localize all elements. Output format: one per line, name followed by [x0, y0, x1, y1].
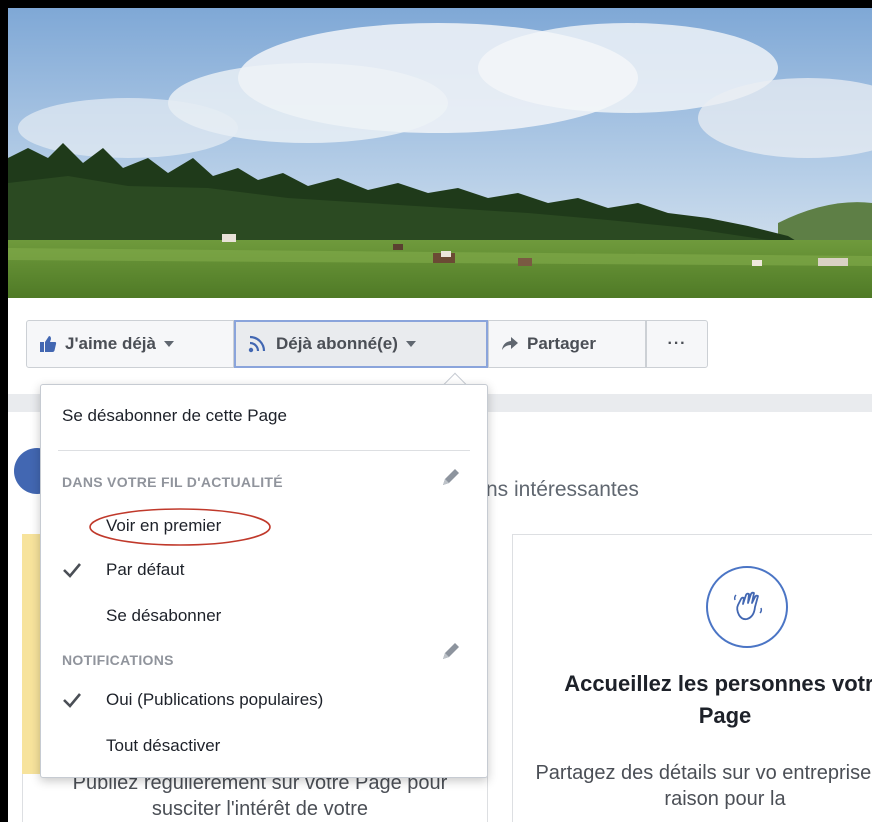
chevron-down-icon: [164, 341, 174, 347]
follow-dropdown-menu: [40, 384, 488, 778]
follow-button[interactable]: Déjà abonné(e): [234, 320, 488, 368]
follow-button-label: Déjà abonné(e): [276, 334, 398, 353]
tip-card-description: Partagez des détails sur vo entreprise e…: [535, 762, 872, 810]
like-button[interactable]: J'aime déjà: [26, 320, 234, 368]
share-arrow-icon: [501, 336, 519, 352]
menu-section-news-feed: DANS VOTRE FIL D'ACTUALITÉ: [62, 474, 283, 490]
pencil-icon[interactable]: [440, 466, 462, 493]
annotation-circle: [89, 508, 271, 546]
menu-section-notifications: NOTIFICATIONS: [62, 652, 174, 668]
thumbs-up-icon: [39, 335, 57, 353]
more-options-button[interactable]: ···: [646, 320, 708, 368]
pencil-icon[interactable]: [440, 640, 462, 667]
like-button-label: J'aime déjà: [65, 334, 156, 353]
menu-item-notifications-off[interactable]: Tout désactiver: [106, 736, 220, 756]
menu-separator: [58, 450, 470, 451]
menu-item-notifications-highlights[interactable]: Oui (Publications populaires): [106, 690, 323, 710]
more-icon: ···: [667, 335, 687, 352]
chevron-down-icon: [405, 341, 416, 347]
checkmark-icon: [62, 692, 82, 713]
menu-item-unfollow-page[interactable]: Se désabonner de cette Page: [62, 406, 287, 426]
page-action-bar: J'aime déjà Déjà abonné(e) Partager ···: [8, 298, 872, 394]
tip-card-title: Accueillez les personnes votre Page: [564, 671, 872, 728]
section-heading: ns intéressantes: [486, 478, 639, 501]
screenshot-border-left: [0, 0, 8, 822]
screenshot-border-top: [0, 0, 872, 8]
rss-icon: [248, 335, 268, 353]
menu-item-unfollow[interactable]: Se désabonner: [106, 606, 221, 626]
share-button-label: Partager: [527, 334, 596, 353]
waving-hand-icon: [706, 566, 788, 648]
share-button[interactable]: Partager: [488, 320, 646, 368]
checkmark-icon: [62, 562, 82, 583]
menu-item-default[interactable]: Par défaut: [106, 560, 184, 580]
cover-photo[interactable]: [8, 8, 872, 298]
